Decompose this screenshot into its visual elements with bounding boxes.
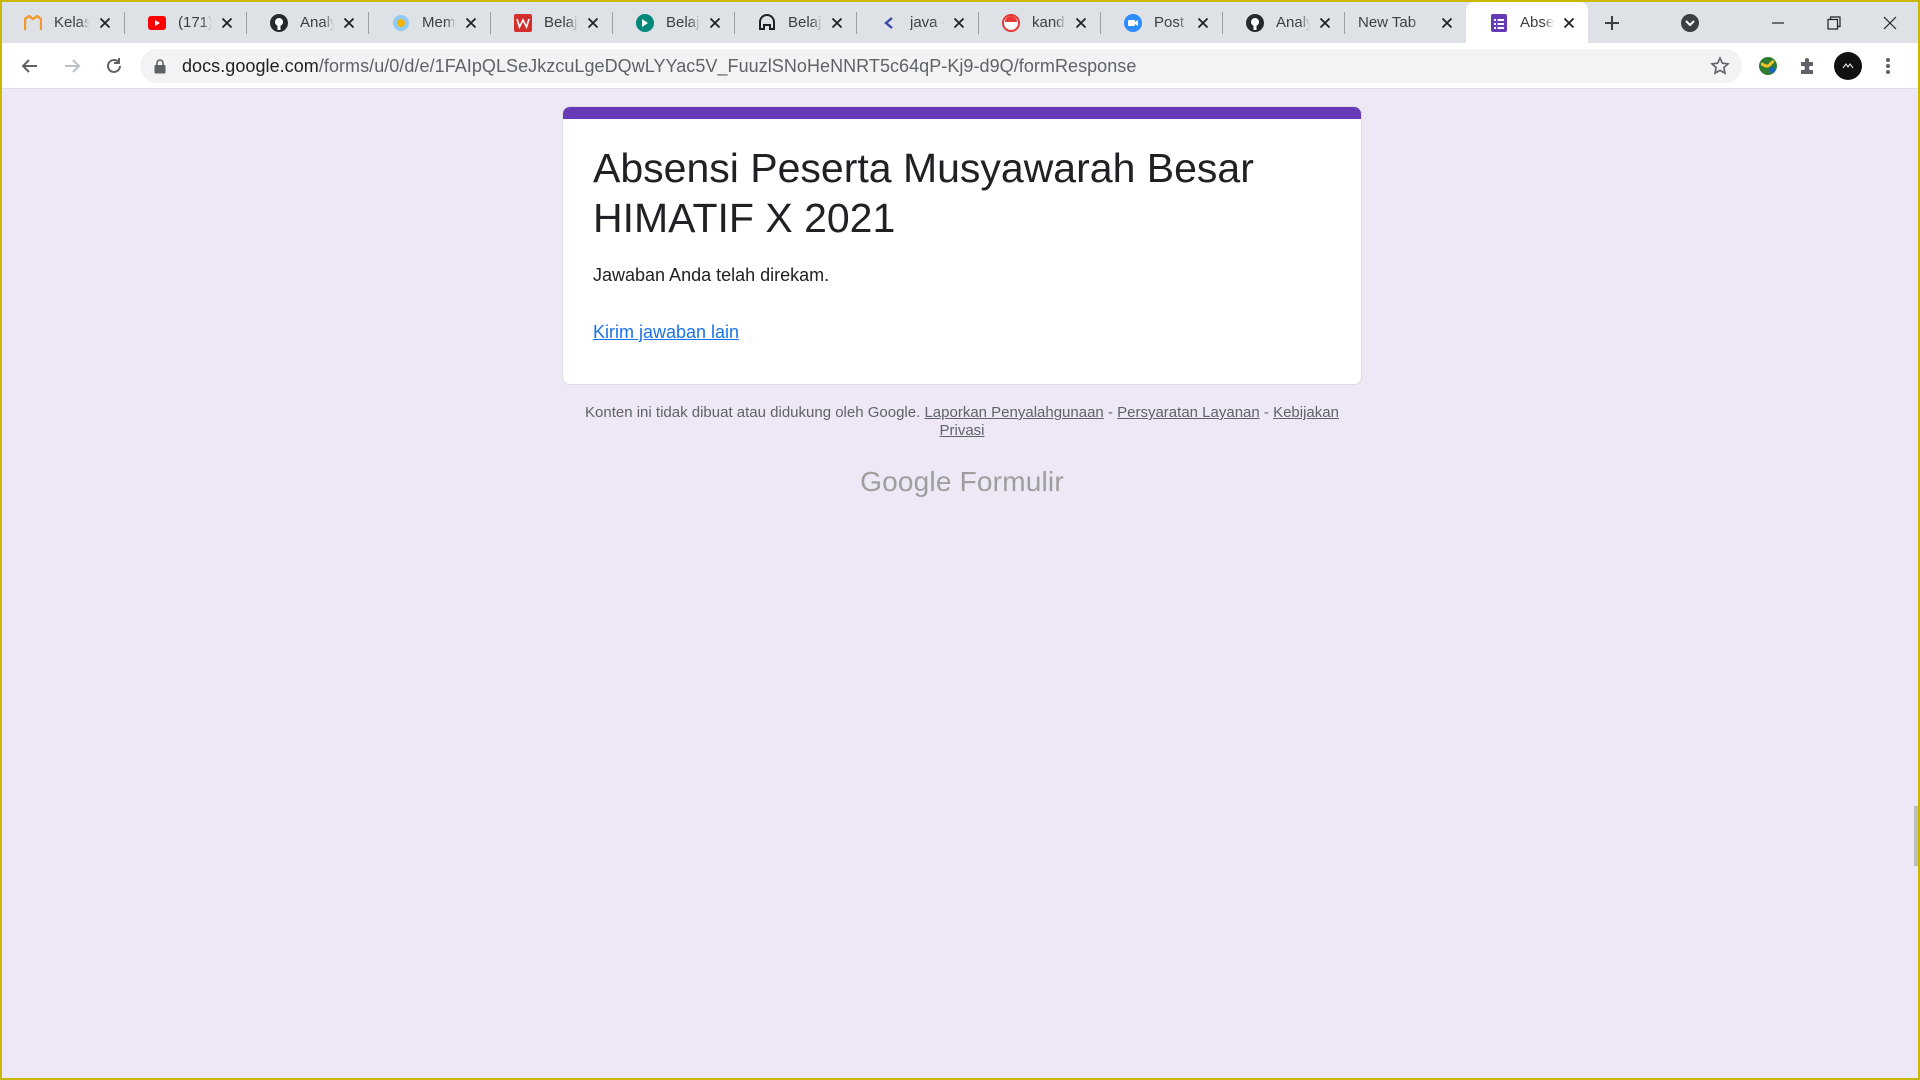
- tab-title: kandi: [1032, 14, 1066, 31]
- tab-title: Post A: [1154, 14, 1188, 31]
- tab-search-icon: [1681, 13, 1699, 32]
- menu-button[interactable]: [1868, 46, 1908, 86]
- w-favicon-icon: [514, 13, 532, 32]
- restore-icon: [1827, 15, 1841, 30]
- url-text: docs.google.com/forms/u/0/d/e/1FAIpQLSeJ…: [182, 55, 1137, 76]
- bookmark-star-icon[interactable]: [1710, 56, 1730, 76]
- browser-tab[interactable]: New Tab: [1344, 2, 1466, 43]
- browser-tab[interactable]: Memb: [368, 2, 490, 43]
- separator: -: [1103, 404, 1118, 421]
- youtube-favicon-icon: [148, 14, 166, 32]
- red-circle-favicon-icon: [1002, 13, 1020, 32]
- report-abuse-link[interactable]: Laporkan Penyalahgunaan: [924, 404, 1103, 421]
- brand-google: Google: [860, 466, 952, 497]
- lock-icon[interactable]: [152, 58, 168, 74]
- terms-link[interactable]: Persyaratan Layanan: [1117, 404, 1260, 421]
- close-tab-icon[interactable]: [584, 14, 602, 32]
- avatar[interactable]: [1834, 52, 1862, 80]
- plus-icon: [1605, 15, 1619, 30]
- close-icon: [1883, 16, 1897, 29]
- colorful-favicon-icon: [392, 14, 410, 32]
- profile-button[interactable]: [1828, 46, 1868, 86]
- browser-tab[interactable]: Absen: [1466, 2, 1588, 43]
- close-tab-icon[interactable]: [218, 14, 236, 32]
- extensions-button[interactable]: [1788, 46, 1828, 86]
- close-tab-icon[interactable]: [1072, 14, 1090, 32]
- reload-button[interactable]: [94, 46, 134, 86]
- browser-tab[interactable]: Post A: [1100, 2, 1222, 43]
- browser-tab[interactable]: (171) Y: [124, 2, 246, 43]
- browser-tab[interactable]: java -: [856, 2, 978, 43]
- submit-another-link[interactable]: Kirim jawaban lain: [593, 322, 739, 343]
- browser-tab[interactable]: Analyz: [1222, 2, 1344, 43]
- page-content: Absensi Peserta Musyawarah Besar HIMATIF…: [2, 90, 1918, 1078]
- separator: -: [1259, 404, 1274, 421]
- avatar-mark-icon: [1842, 63, 1854, 69]
- close-tab-icon[interactable]: [96, 14, 114, 32]
- tab-strip: Kelas T (171) Y Analyz Memb Belaja Belaja Bela…: [2, 2, 1918, 43]
- tab-title: Absen: [1520, 14, 1554, 31]
- brand-product: Formulir: [959, 466, 1064, 497]
- github-favicon-icon: [1246, 13, 1264, 32]
- tab-title: Analyz: [1276, 14, 1310, 31]
- extension-globe-button[interactable]: [1748, 46, 1788, 86]
- tab-title: Belaja: [666, 14, 700, 31]
- footer-disclaimer: Konten ini tidak dibuat atau didukung ol…: [562, 404, 1362, 440]
- tab-title: Belaja: [788, 14, 822, 31]
- tab-search-button[interactable]: [1670, 2, 1710, 43]
- chevron-favicon-icon: [880, 14, 898, 32]
- forward-button[interactable]: [52, 46, 92, 86]
- more-vert-icon: [1886, 58, 1890, 74]
- globe-extension-icon: [1759, 57, 1777, 75]
- reload-icon: [107, 57, 121, 73]
- tab-list: Kelas T (171) Y Analyz Memb Belaja Belaja Bela…: [2, 2, 1588, 43]
- close-tab-icon[interactable]: [706, 14, 724, 32]
- browser-tab[interactable]: Kelas T: [2, 2, 124, 43]
- close-tab-icon[interactable]: [1560, 14, 1578, 32]
- close-tab-icon[interactable]: [1194, 14, 1212, 32]
- form-card: Absensi Peserta Musyawarah Besar HIMATIF…: [562, 106, 1362, 385]
- tab-title: java -: [910, 14, 944, 31]
- tab-title: Belaja: [544, 14, 578, 31]
- close-tab-icon[interactable]: [1438, 14, 1456, 32]
- forms-favicon-icon: [1490, 13, 1508, 32]
- restore-button[interactable]: [1806, 2, 1862, 43]
- address-bar[interactable]: docs.google.com/forms/u/0/d/e/1FAIpQLSeJ…: [140, 49, 1742, 83]
- tab-title: (171) Y: [178, 14, 212, 31]
- browser-tab[interactable]: kandi: [978, 2, 1100, 43]
- disclaimer-text: Konten ini tidak dibuat atau didukung ol…: [585, 404, 921, 421]
- github-favicon-icon: [270, 13, 288, 32]
- form-accent-bar: [563, 107, 1361, 119]
- close-tab-icon[interactable]: [1316, 14, 1334, 32]
- tab-title: Analyz: [300, 14, 334, 31]
- hat-favicon-icon: [758, 13, 776, 32]
- browser-tab[interactable]: Belaja: [612, 2, 734, 43]
- minimize-button[interactable]: [1750, 2, 1806, 43]
- tab-title: New Tab: [1358, 14, 1417, 31]
- browser-tab[interactable]: Belaja: [490, 2, 612, 43]
- puzzle-icon: [1801, 58, 1813, 74]
- browser-toolbar: docs.google.com/forms/u/0/d/e/1FAIpQLSeJ…: [2, 43, 1918, 89]
- new-tab-button[interactable]: [1594, 2, 1630, 43]
- close-tab-icon[interactable]: [340, 14, 358, 32]
- forward-arrow-icon: [65, 58, 81, 73]
- minimize-icon: [1772, 21, 1784, 24]
- teal-favicon-icon: [636, 13, 654, 32]
- close-window-button[interactable]: [1862, 2, 1918, 43]
- tab-title: Memb: [422, 14, 456, 31]
- browser-tab[interactable]: Analyz: [246, 2, 368, 43]
- back-arrow-icon: [21, 58, 37, 73]
- confirmation-message: Jawaban Anda telah direkam.: [593, 265, 830, 285]
- kelas-favicon-icon: [24, 14, 42, 32]
- browser-tab[interactable]: Belaja: [734, 2, 856, 43]
- zoom-favicon-icon: [1124, 13, 1142, 32]
- close-tab-icon[interactable]: [462, 14, 480, 32]
- scrollbar[interactable]: [1914, 806, 1918, 866]
- back-button[interactable]: [10, 46, 50, 86]
- form-title: Absensi Peserta Musyawarah Besar HIMATIF…: [593, 145, 1254, 241]
- close-tab-icon[interactable]: [950, 14, 968, 32]
- google-forms-logo[interactable]: Google Formulir: [562, 466, 1362, 498]
- close-tab-icon[interactable]: [828, 14, 846, 32]
- tab-title: Kelas T: [54, 14, 90, 31]
